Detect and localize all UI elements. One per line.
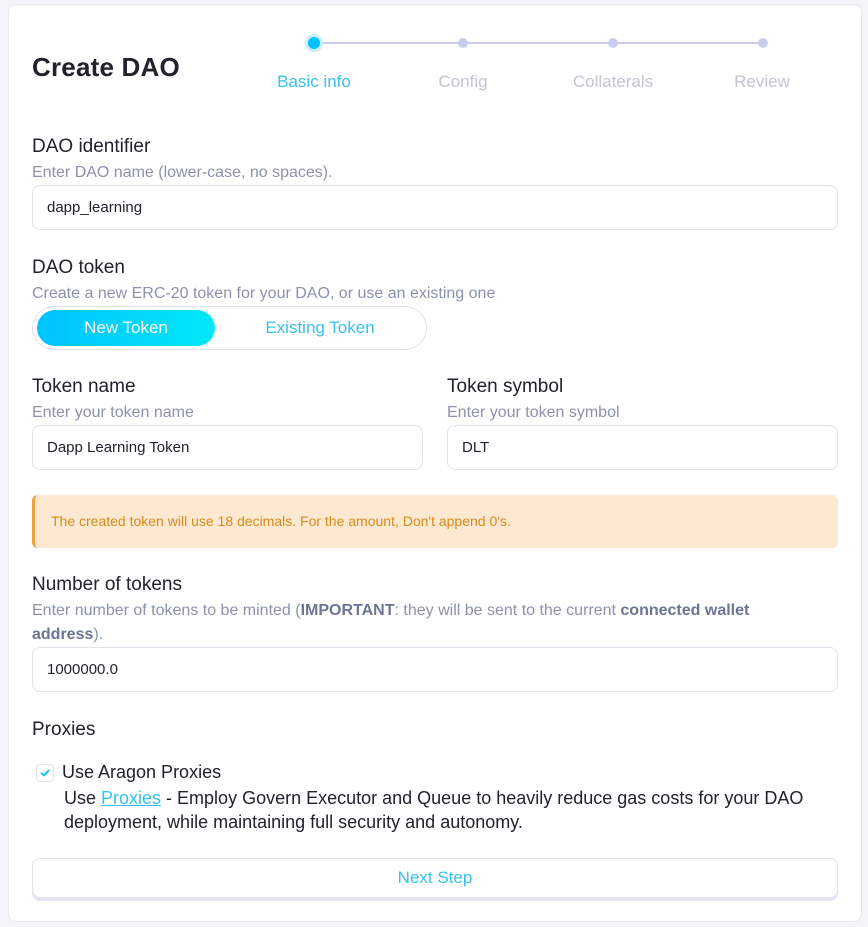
step-dot-collaterals[interactable] — [608, 38, 618, 48]
token-type-toggle: New Token Existing Token — [32, 306, 427, 350]
check-icon — [40, 769, 50, 777]
token-name-input[interactable]: Dapp Learning Token — [32, 425, 423, 470]
token-symbol-input[interactable]: DLT — [447, 425, 838, 470]
proxies-heading: Proxies — [32, 719, 96, 740]
token-symbol-hint: Enter your token symbol — [447, 404, 620, 421]
dao-identifier-label: DAO identifier — [32, 136, 151, 157]
proxies-description: Use Proxies - Employ Govern Executor and… — [64, 788, 804, 832]
num-tokens-input[interactable]: 1000000.0 — [32, 647, 838, 692]
stepper-track — [314, 42, 763, 44]
token-name-label: Token name — [32, 376, 136, 397]
step-dot-basic-info[interactable] — [305, 34, 323, 52]
token-name-hint: Enter your token name — [32, 404, 194, 421]
important-label: IMPORTANT — [300, 602, 395, 619]
step-label-collaterals[interactable]: Collaterals — [543, 72, 683, 92]
step-label-config[interactable]: Config — [393, 72, 533, 92]
num-tokens-hint: Enter number of tokens to be minted (IMP… — [32, 602, 750, 643]
next-step-button[interactable]: Next Step — [32, 858, 838, 898]
step-dot-config[interactable] — [458, 38, 468, 48]
dao-identifier-input[interactable]: dapp_learning — [32, 185, 838, 230]
dao-token-hint: Create a new ERC-20 token for your DAO, … — [32, 285, 496, 302]
proxies-link[interactable]: Proxies — [101, 788, 161, 808]
page-title: Create DAO — [32, 52, 180, 82]
token-symbol-label: Token symbol — [447, 376, 564, 397]
decimals-warning: The created token will use 18 decimals. … — [32, 495, 838, 548]
use-proxies-label[interactable]: Use Aragon Proxies — [62, 762, 221, 783]
use-proxies-checkbox[interactable] — [36, 764, 54, 782]
num-tokens-label: Number of tokens — [32, 574, 182, 595]
dao-identifier-hint: Enter DAO name (lower-case, no spaces). — [32, 164, 333, 181]
new-token-option[interactable]: New Token — [37, 310, 215, 346]
step-label-review[interactable]: Review — [692, 72, 832, 92]
dao-token-label: DAO token — [32, 257, 125, 278]
existing-token-option[interactable]: Existing Token — [225, 310, 415, 346]
step-dot-review[interactable] — [758, 38, 768, 48]
step-label-basic-info[interactable]: Basic info — [244, 72, 384, 92]
